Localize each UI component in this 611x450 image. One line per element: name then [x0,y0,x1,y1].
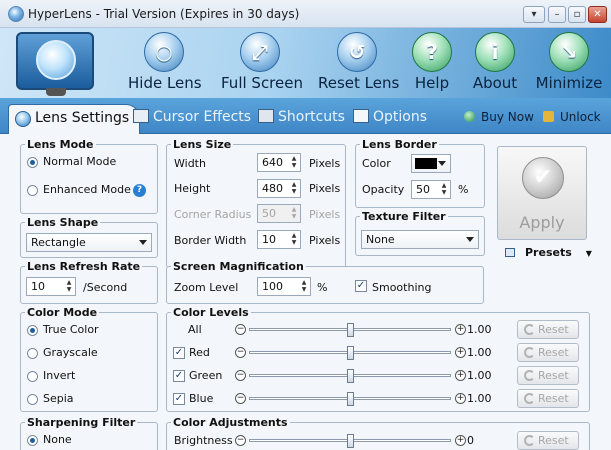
color-level-label: All [188,323,202,336]
width-label: Width [174,157,206,170]
brightness-reset-button[interactable]: Reset [517,431,579,450]
color-level-value: 1.00 [467,369,492,382]
lens-settings-panel: Lens Mode Normal Mode Enhanced Mode ? Le… [0,134,611,450]
toolbar: ○ Hide Lens ⤢ Full Screen ↺ Reset Lens ?… [0,28,611,98]
lens-size-group: Lens Size Width 640 ▲ ▼ Pixels Height 480 ▲… [166,138,346,268]
texture-filter-select[interactable]: None [361,230,479,249]
color-level-slider[interactable]: − + [235,346,467,360]
screen-magnification-group: Screen Magnification Zoom Level 100 ▲ ▼ % … [166,260,484,304]
refresh-rate-spinner[interactable]: 10 ▲ ▼ [26,277,76,296]
app-icon [8,6,24,22]
corner-radius-label: Corner Radius [174,208,252,221]
true-color-radio[interactable] [27,325,38,336]
window-maximize-button[interactable]: ▫ [568,6,586,23]
lock-icon [543,111,554,122]
window-menu-button[interactable]: ▾ [523,6,545,23]
color-level-value: 1.00 [467,346,492,359]
brightness-label: Brightness [174,434,233,447]
help-button[interactable]: ? Help [412,32,452,92]
color-mode-group: Color Mode True Color Grayscale Invert S… [20,306,158,412]
normal-mode-label: Normal Mode [43,155,117,168]
full-screen-button[interactable]: ⤢ Full Screen [221,32,303,92]
reset-arrow-icon [524,324,535,335]
color-level-reset-button[interactable]: Reset [517,320,579,339]
minimize-icon: ↘ [549,32,589,72]
color-level-checkbox[interactable]: ✓ [173,347,185,359]
border-color-picker[interactable] [411,154,451,173]
info-icon: i [475,32,515,72]
title-bar: HyperLens - Trial Version (Expires in 30… [0,0,611,28]
normal-mode-radio[interactable] [27,157,38,168]
magnifier-icon: ○ [144,32,184,72]
unlock-link[interactable]: Unlock [543,110,601,124]
minimize-button[interactable]: ↘ Minimize [533,32,605,92]
hide-lens-button[interactable]: ○ Hide Lens [128,32,202,92]
border-width-spinner[interactable]: 10 ▲ ▼ [257,230,301,249]
fullscreen-icon: ⤢ [240,32,280,72]
globe-icon [464,111,475,122]
color-level-label: Blue [189,392,214,405]
corner-radius-spinner: 50 ▲ ▼ [257,204,301,223]
tab-cursor-effects[interactable]: Cursor Effects [133,106,251,132]
lens-shape-select[interactable]: Rectangle [26,233,152,252]
presets-icon [505,248,515,257]
enhanced-mode-radio[interactable] [27,185,38,196]
window-title: HyperLens - Trial Version (Expires in 30… [28,7,300,21]
border-width-label: Border Width [174,234,247,247]
color-level-value: 1.00 [467,323,492,336]
watermark-logo [395,382,585,426]
color-level-checkbox[interactable]: ✓ [173,370,185,382]
question-icon[interactable]: ? [133,184,146,197]
zoom-level-spinner[interactable]: 100 ▲ ▼ [257,277,311,296]
smoothing-checkbox[interactable]: ✓ [355,280,367,292]
cursor-icon [133,109,149,123]
color-level-slider[interactable]: − + [235,323,467,337]
apply-button[interactable]: ✔ Apply [497,146,587,240]
color-level-reset-button[interactable]: Reset [517,343,579,362]
help-icon: ? [412,32,452,72]
color-adjustments-group: Color Adjustments Brightness − + 0 Reset [166,416,590,450]
refresh-rate-group: Lens Refresh Rate 10 ▲ ▼ /Second [20,260,158,304]
tab-strip: Lens Settings Cursor Effects Shortcuts O… [0,98,611,134]
sharpening-none-radio[interactable] [27,435,38,446]
tab-shortcuts[interactable]: Shortcuts [258,106,345,132]
opacity-spinner[interactable]: 50 ▲ ▼ [411,180,451,199]
checkmark-icon: ✔ [522,157,564,199]
monitor-logo-icon [16,32,94,96]
color-level-checkbox[interactable]: ✓ [173,393,185,405]
options-icon [353,109,369,123]
sharpening-filter-group: Sharpening Filter None [20,416,158,450]
texture-filter-group: Texture Filter None [355,210,485,256]
color-level-label: Green [189,369,223,382]
color-level-label: Red [189,346,210,359]
keyboard-icon [258,109,274,123]
reset-icon: ↺ [337,32,377,72]
buy-now-link[interactable]: Buy Now [464,110,534,124]
presets-button[interactable]: Presets ▼ [505,246,592,259]
tab-lens-settings[interactable]: Lens Settings [8,104,141,134]
reset-arrow-icon [524,347,535,358]
height-spinner[interactable]: 480 ▲ ▼ [257,179,301,198]
lens-border-group: Lens Border Color Opacity 50 ▲ ▼ % [355,138,485,208]
brightness-value: 0 [467,434,474,447]
window-minimize-button[interactable]: – [548,6,566,23]
brightness-slider[interactable]: − + [235,434,467,448]
reset-arrow-icon [524,435,535,446]
height-label: Height [174,182,211,195]
lens-shape-group: Lens Shape Rectangle [20,216,158,258]
reset-lens-button[interactable]: ↺ Reset Lens [318,32,399,92]
about-button[interactable]: i About [472,32,518,92]
color-level-slider[interactable]: − + [235,369,467,383]
window-close-button[interactable]: ✕ [588,6,607,23]
grayscale-radio[interactable] [27,348,38,359]
lens-mode-group: Lens Mode Normal Mode Enhanced Mode ? [20,138,158,214]
sepia-radio[interactable] [27,394,38,405]
enhanced-mode-label: Enhanced Mode [43,183,131,196]
lens-icon [15,111,31,127]
width-spinner[interactable]: 640 ▲ ▼ [257,153,301,172]
tab-options[interactable]: Options [353,106,427,132]
reset-arrow-icon [524,370,535,381]
invert-radio[interactable] [27,371,38,382]
